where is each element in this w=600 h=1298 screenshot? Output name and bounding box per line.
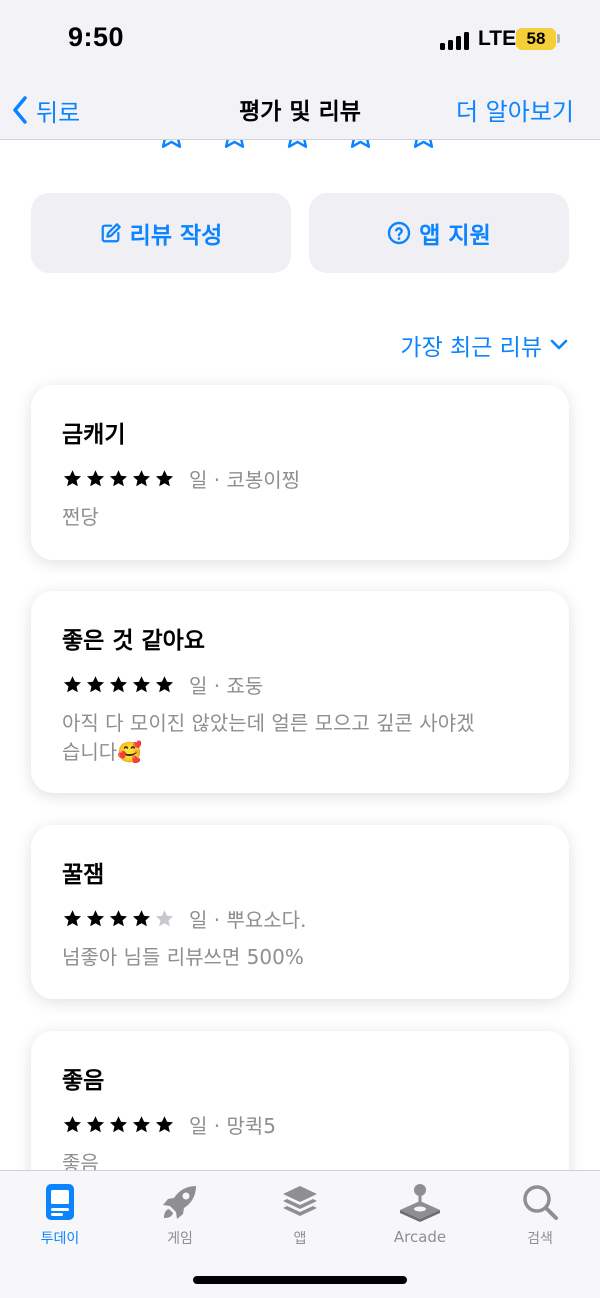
status-time: 9:50 <box>68 22 125 52</box>
status-bar: 9:50 LTE 58 <box>0 0 600 82</box>
review-author: 일 · 망퀵5 <box>189 1113 276 1138</box>
star-filled-icon <box>86 675 105 692</box>
compose-icon <box>101 223 121 243</box>
learn-more-link[interactable]: 더 알아보기 <box>456 92 574 127</box>
battery-icon: 58 <box>516 28 556 50</box>
star-filled-icon <box>109 469 128 486</box>
star-filled-icon <box>132 1115 151 1132</box>
star-empty-icon <box>155 909 174 926</box>
tap-to-rate-stars[interactable] <box>155 140 440 151</box>
tab-label: 게임 <box>167 1231 193 1247</box>
review-rating <box>62 908 175 929</box>
today-icon <box>46 1184 74 1220</box>
tab-search[interactable]: 검색 <box>490 1179 590 1248</box>
review-rating <box>62 1114 175 1135</box>
battery-cap <box>557 34 560 43</box>
star-outline-icon[interactable] <box>218 140 251 151</box>
star-filled-icon <box>132 469 151 486</box>
tab-arcade[interactable]: Arcade <box>370 1179 470 1246</box>
star-outline-icon[interactable] <box>407 140 440 151</box>
star-filled-icon <box>109 909 128 926</box>
tab-label: 앱 <box>293 1231 307 1247</box>
chevron-left-icon <box>13 96 27 124</box>
star-filled-icon <box>86 469 105 486</box>
network-type: LTE <box>478 27 517 50</box>
review-card[interactable]: 좋은 것 같아요 일 · 죠둥 아직 다 모이진 않았는데 얼른 모으고 깊콘 … <box>31 591 569 793</box>
back-button[interactable]: 뒤로 <box>12 90 80 130</box>
sort-label: 가장 최근 리뷰 <box>400 335 542 361</box>
back-label: 뒤로 <box>36 98 81 127</box>
star-outline-icon[interactable] <box>344 140 377 151</box>
chevron-down-icon <box>550 339 568 350</box>
star-filled-icon <box>109 1115 128 1132</box>
app-support-label: 앱 지원 <box>419 223 491 249</box>
star-filled-icon <box>63 1115 82 1132</box>
apps-stack-icon <box>283 1186 317 1216</box>
write-review-label: 리뷰 작성 <box>129 223 223 249</box>
review-body: 넘좋아 님들 리뷰쓰면 500% <box>62 945 304 969</box>
tab-apps[interactable]: 앱 <box>250 1179 350 1248</box>
reviews-content[interactable]: 리뷰 작성 앱 지원 가장 최근 리뷰 금캐기 일 · 코봉이찡 쩐당 좋은 것… <box>0 140 600 1170</box>
star-outline-icon[interactable] <box>281 140 314 151</box>
review-author: 일 · 뿌요소다. <box>189 907 307 932</box>
star-filled-icon <box>63 469 82 486</box>
star-outline-icon[interactable] <box>155 140 188 151</box>
review-title: 금캐기 <box>62 422 126 448</box>
home-indicator <box>193 1276 407 1284</box>
question-circle-icon <box>388 221 411 245</box>
star-filled-icon <box>109 675 128 692</box>
sort-menu[interactable]: 가장 최근 리뷰 <box>400 328 568 362</box>
tab-games[interactable]: 게임 <box>130 1179 230 1248</box>
star-filled-icon <box>63 909 82 926</box>
star-filled-icon <box>86 909 105 926</box>
review-rating <box>62 674 175 695</box>
review-body: 좋음 <box>62 1151 99 1170</box>
review-card[interactable]: 좋음 일 · 망퀵5 좋음 <box>31 1031 569 1170</box>
write-review-button[interactable]: 리뷰 작성 <box>31 193 291 273</box>
star-filled-icon <box>155 1115 174 1132</box>
review-author: 일 · 코봉이찡 <box>189 467 301 492</box>
app-support-button[interactable]: 앱 지원 <box>309 193 569 273</box>
star-filled-icon <box>86 1115 105 1132</box>
star-filled-icon <box>132 909 151 926</box>
joystick-icon <box>400 1184 440 1222</box>
rocket-icon <box>163 1186 196 1219</box>
review-title: 좋음 <box>62 1068 105 1094</box>
nav-bar: 뒤로 평가 및 리뷰 더 알아보기 <box>0 82 600 140</box>
tab-label: Arcade <box>393 1228 447 1246</box>
signal-icon <box>440 32 470 50</box>
review-body: 쩐당 <box>62 505 99 529</box>
tab-label: 투데이 <box>40 1231 80 1247</box>
star-filled-icon <box>132 675 151 692</box>
review-title: 꿀잼 <box>62 862 105 888</box>
review-card[interactable]: 금캐기 일 · 코봉이찡 쩐당 <box>31 385 569 560</box>
star-filled-icon <box>155 675 174 692</box>
star-filled-icon <box>63 675 82 692</box>
review-rating <box>62 468 175 489</box>
review-author: 일 · 죠둥 <box>189 673 264 698</box>
review-card[interactable]: 꿀잼 일 · 뿌요소다. 넘좋아 님들 리뷰쓰면 500% <box>31 825 569 999</box>
tab-today[interactable]: 투데이 <box>10 1179 110 1248</box>
review-body: 아직 다 모이진 않았는데 얼른 모으고 깊콘 사야겠습니다🥰 <box>62 711 475 764</box>
review-title: 좋은 것 같아요 <box>62 628 205 654</box>
tab-label: 검색 <box>527 1231 553 1247</box>
search-icon <box>523 1185 558 1220</box>
star-filled-icon <box>155 469 174 486</box>
